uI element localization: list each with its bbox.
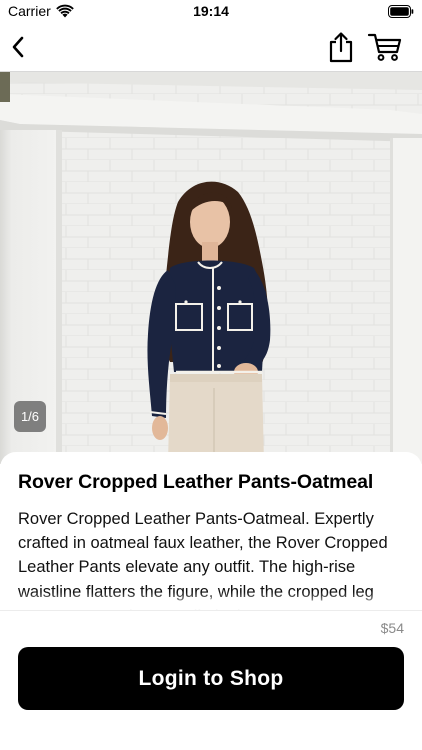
battery-icon xyxy=(388,5,414,18)
bottom-bar: $54 Login to Shop xyxy=(0,610,422,750)
product-info-card: Rover Cropped Leather Pants-Oatmeal Rove… xyxy=(0,452,422,610)
chevron-left-icon[interactable] xyxy=(6,32,34,62)
share-icon[interactable] xyxy=(326,30,356,64)
nav-bar xyxy=(0,24,422,72)
cart-icon[interactable] xyxy=(367,32,403,62)
product-price: $54 xyxy=(380,620,404,636)
product-photo xyxy=(0,72,422,464)
image-counter: 1/6 xyxy=(14,401,46,432)
login-to-shop-button[interactable]: Login to Shop xyxy=(18,647,404,710)
product-title: Rover Cropped Leather Pants-Oatmeal xyxy=(18,471,374,493)
status-bar: Carrier 19:14 xyxy=(0,0,422,24)
product-image[interactable] xyxy=(0,72,422,464)
description-fade xyxy=(0,592,422,610)
clock: 19:14 xyxy=(193,3,229,19)
